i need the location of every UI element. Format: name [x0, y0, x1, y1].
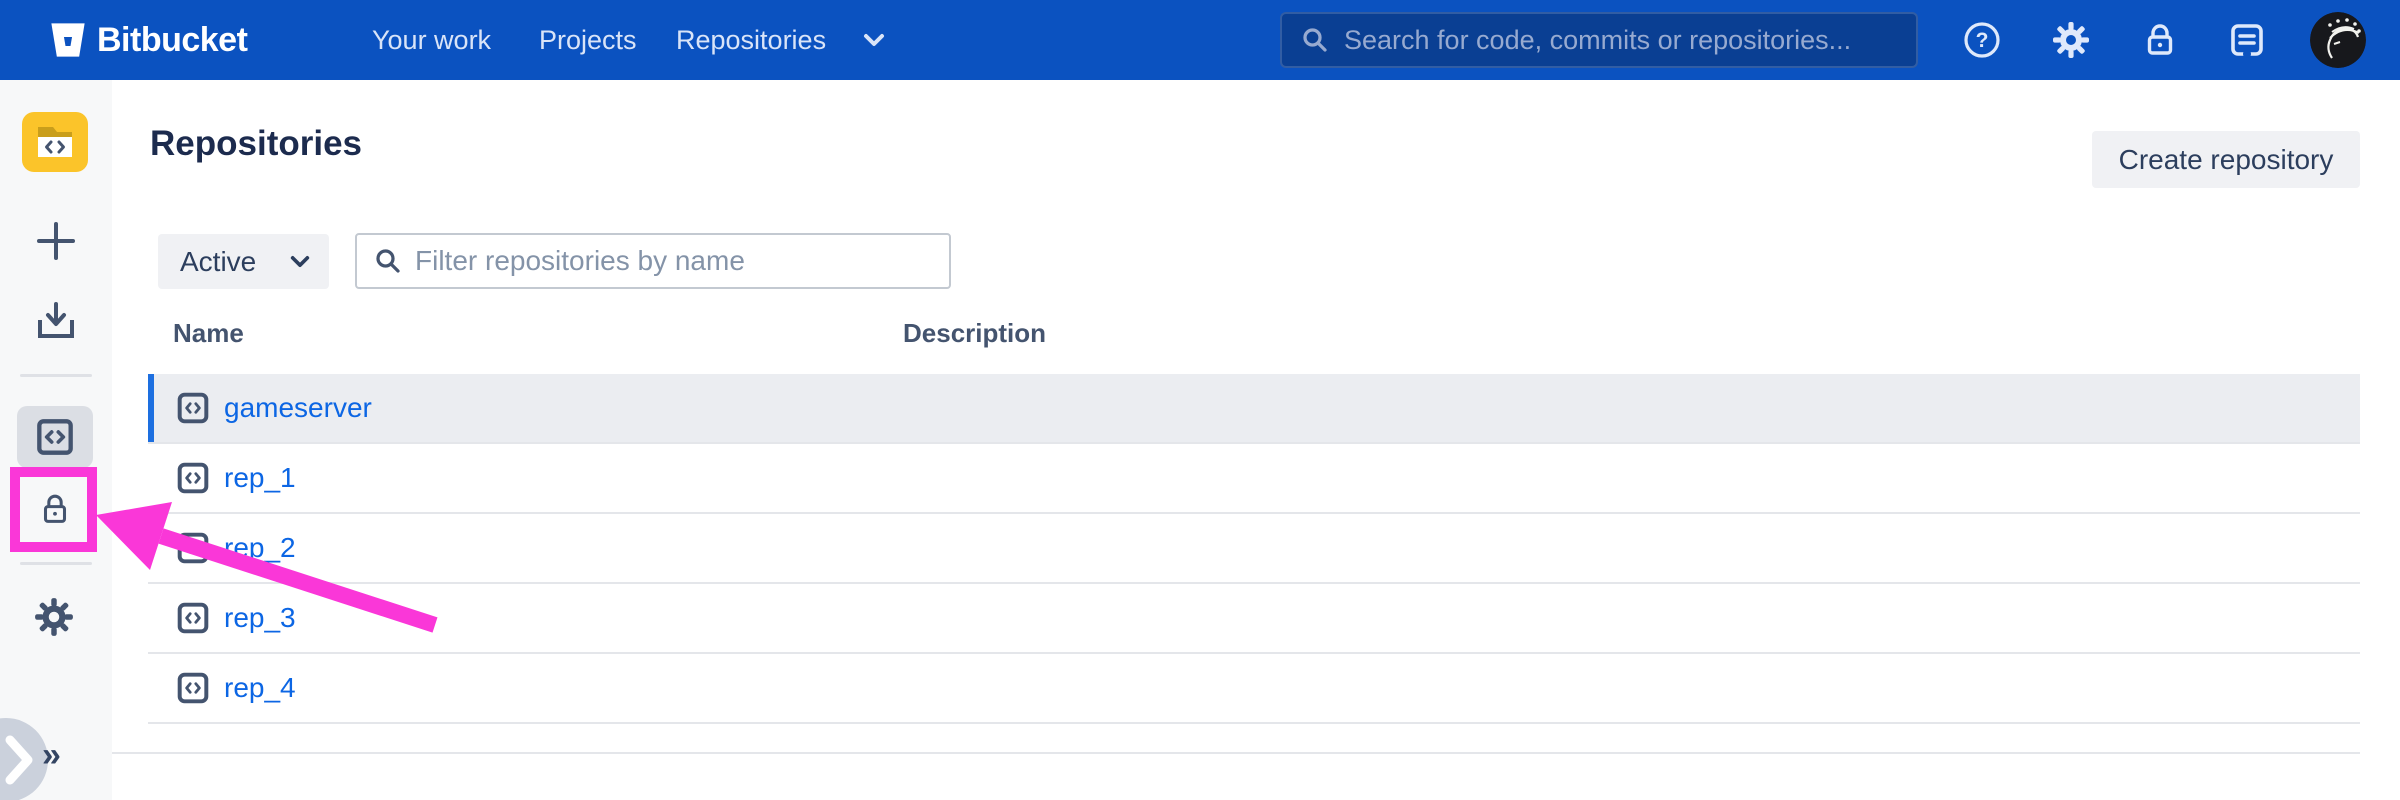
sidebar-divider — [20, 374, 92, 377]
settings-gear-icon[interactable] — [2051, 20, 2091, 60]
table-row-gameserver[interactable]: gameserver — [148, 374, 2360, 444]
global-search-input[interactable] — [1344, 25, 1898, 56]
status-filter-dropdown[interactable]: Active — [158, 234, 329, 289]
chevron-right-icon — [0, 718, 48, 800]
status-filter-value: Active — [180, 246, 289, 278]
repository-link[interactable]: rep_3 — [224, 602, 296, 634]
repository-link[interactable]: gameserver — [224, 392, 372, 424]
repository-filter-input[interactable] — [415, 245, 933, 277]
repository-link[interactable]: rep_1 — [224, 462, 296, 494]
svg-text:?: ? — [1976, 29, 1989, 52]
repository-icon — [176, 391, 210, 425]
column-header-description: Description — [903, 318, 1046, 349]
column-header-name: Name — [173, 318, 244, 349]
lock-icon[interactable] — [2140, 20, 2180, 60]
create-plus-icon[interactable] — [35, 220, 77, 262]
repository-icon — [176, 461, 210, 495]
search-icon — [1300, 25, 1330, 55]
nav-your-work[interactable]: Your work — [372, 0, 491, 80]
main-content: Repositories Create repository Active Na… — [112, 80, 2400, 800]
top-navigation-bar: Bitbucket Your work Projects Repositorie… — [0, 0, 2400, 80]
repository-link[interactable]: rep_4 — [224, 672, 296, 704]
bitbucket-brand-text[interactable]: Bitbucket — [97, 0, 247, 80]
sidebar-item-source-selected[interactable] — [17, 406, 93, 468]
create-repository-button[interactable]: Create repository — [2092, 131, 2360, 188]
repository-table: gameserver rep_1 rep_2 — [148, 374, 2360, 724]
settings-gear-icon[interactable] — [33, 596, 75, 638]
table-row-rep-3[interactable]: rep_3 — [148, 584, 2360, 654]
sidebar-item-security[interactable] — [17, 478, 93, 540]
code-icon — [35, 417, 75, 457]
chevron-down-icon — [289, 255, 311, 269]
repository-link[interactable]: rep_2 — [224, 532, 296, 564]
project-avatar[interactable] — [22, 112, 88, 172]
page-title: Repositories — [150, 124, 362, 164]
sidebar-divider — [20, 562, 92, 565]
expand-sidebar-button[interactable] — [0, 718, 48, 800]
repository-icon — [176, 531, 210, 565]
repository-icon — [176, 601, 210, 635]
table-row-rep-2[interactable]: rep_2 — [148, 514, 2360, 584]
repository-filter-field[interactable] — [355, 233, 951, 289]
nav-projects[interactable]: Projects — [539, 0, 637, 80]
feedback-icon[interactable] — [2227, 20, 2267, 60]
user-avatar[interactable] — [2310, 12, 2366, 68]
table-row-rep-4[interactable]: rep_4 — [148, 654, 2360, 724]
left-sidebar: » — [0, 80, 112, 800]
help-icon[interactable]: ? — [1962, 20, 2002, 60]
repository-icon — [176, 671, 210, 705]
download-icon[interactable] — [35, 300, 77, 342]
bitbucket-logo-icon[interactable] — [48, 21, 88, 59]
global-search[interactable] — [1280, 12, 1918, 68]
project-folder-code-icon — [31, 120, 79, 164]
table-row-rep-1[interactable]: rep_1 — [148, 444, 2360, 514]
lock-icon — [36, 490, 74, 528]
table-bottom-border — [112, 752, 2360, 754]
nav-repositories[interactable]: Repositories — [676, 0, 826, 80]
search-icon — [373, 246, 403, 276]
bitbucket-repositories-page: Bitbucket Your work Projects Repositorie… — [0, 0, 2400, 800]
expand-sidebar-chevrons[interactable]: » — [42, 736, 61, 775]
chevron-down-icon[interactable] — [862, 33, 886, 48]
